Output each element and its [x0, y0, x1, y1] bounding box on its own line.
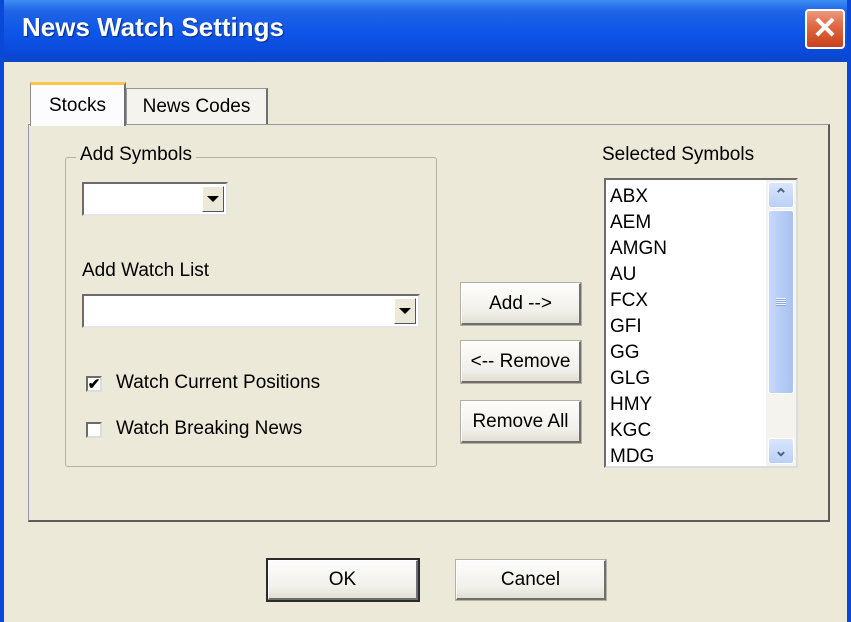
add-watch-list-dropdown-button[interactable]	[394, 298, 416, 324]
scroll-down-button[interactable]: ⌄	[768, 438, 794, 464]
dropdown-arrow-icon	[207, 196, 219, 202]
add-watch-list-label: Add Watch List	[82, 260, 210, 281]
add-watch-list-combobox[interactable]	[82, 294, 420, 328]
scrollbar-thumb[interactable]	[768, 210, 794, 394]
add-symbols-combobox[interactable]	[82, 182, 228, 216]
add-symbols-group: Add Symbols Add Watch List ✔ Watch Curre…	[65, 144, 437, 467]
scrollbar-grip-icon	[776, 298, 786, 306]
add-button[interactable]: Add -->	[460, 282, 582, 326]
remove-button[interactable]: <-- Remove	[460, 340, 582, 384]
scroll-down-icon: ⌄	[774, 443, 788, 460]
dialog-client: Stocks News Codes Add Symbols Add Watch …	[4, 62, 847, 622]
ok-button[interactable]: OK	[266, 558, 420, 602]
list-item[interactable]: GLG	[610, 366, 667, 392]
list-item[interactable]: ABX	[610, 184, 667, 210]
list-item[interactable]: FCX	[610, 288, 667, 314]
list-item[interactable]: AEM	[610, 210, 667, 236]
checkmark-icon: ✔	[87, 375, 101, 393]
selected-symbols-list: ABX AEM AMGN AU FCX GFI GG GLG HMY KGC M…	[610, 184, 667, 466]
tab-news-codes[interactable]: News Codes	[126, 88, 268, 124]
vertical-scrollbar[interactable]: ⌃ ⌄	[766, 180, 796, 466]
list-item[interactable]: AU	[610, 262, 667, 288]
watch-current-positions-checkbox[interactable]: ✔	[86, 376, 102, 392]
list-item[interactable]: HMY	[610, 392, 667, 418]
tab-stocks-label: Stocks	[48, 94, 107, 116]
remove-button-label: <-- Remove	[470, 350, 571, 372]
list-item[interactable]: GG	[610, 340, 667, 366]
list-item[interactable]: GFI	[610, 314, 667, 340]
remove-all-button-label: Remove All	[472, 410, 569, 432]
watch-breaking-news-label[interactable]: Watch Breaking News	[116, 418, 302, 440]
scroll-up-icon: ⌃	[774, 187, 788, 204]
tab-stocks[interactable]: Stocks	[30, 82, 126, 126]
watch-breaking-news-checkbox[interactable]	[86, 422, 102, 438]
add-symbols-label: Add Symbols	[76, 144, 196, 166]
add-button-label: Add -->	[489, 292, 552, 314]
dropdown-arrow-icon	[399, 308, 411, 314]
close-icon: ✕	[812, 12, 838, 45]
window-title: News Watch Settings	[22, 12, 284, 42]
list-item[interactable]: AMGN	[610, 236, 667, 262]
cancel-button-label: Cancel	[500, 568, 561, 590]
close-button[interactable]: ✕	[805, 9, 845, 49]
list-item[interactable]: MDG	[610, 444, 667, 466]
title-bar[interactable]: News Watch Settings ✕	[4, 0, 847, 62]
cancel-button[interactable]: Cancel	[455, 559, 607, 601]
add-symbols-dropdown-button[interactable]	[202, 186, 224, 212]
dialog-window: News Watch Settings ✕ Stocks News Codes …	[0, 0, 851, 622]
scroll-up-button[interactable]: ⌃	[768, 182, 794, 208]
ok-button-label: OK	[328, 568, 357, 590]
selected-symbols-label: Selected Symbols	[602, 144, 755, 165]
watch-current-positions-label[interactable]: Watch Current Positions	[116, 372, 320, 394]
tab-news-codes-label: News Codes	[142, 95, 251, 117]
list-item[interactable]: KGC	[610, 418, 667, 444]
remove-all-button[interactable]: Remove All	[460, 400, 582, 444]
selected-symbols-listbox[interactable]: ABX AEM AMGN AU FCX GFI GG GLG HMY KGC M…	[604, 178, 798, 468]
